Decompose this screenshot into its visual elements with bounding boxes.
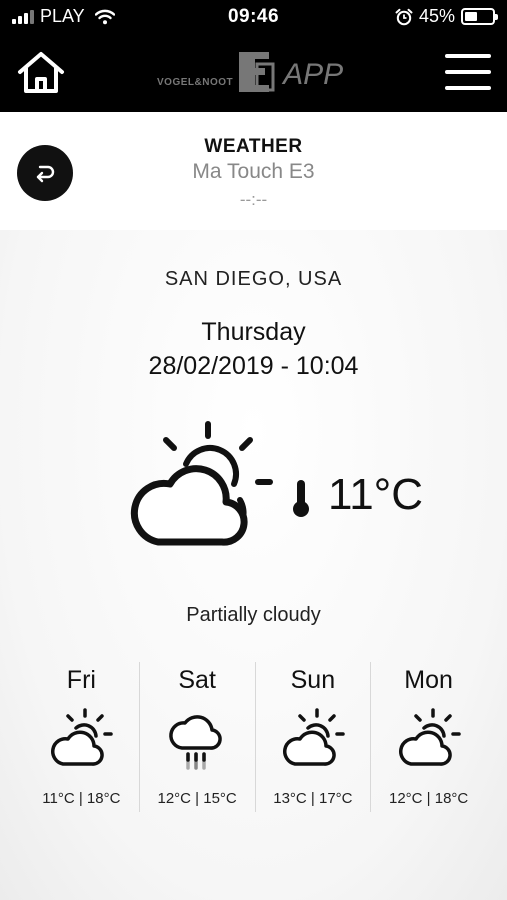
forecast-day-name: Sat: [178, 666, 216, 694]
device-name: Ma Touch E3: [192, 160, 315, 183]
forecast-day: Sun 13°C | 17°C: [254, 662, 371, 812]
weather-content: SAN DIEGO, USA Thursday 28/02/2019 - 10:…: [0, 230, 507, 900]
title-text: WEATHER Ma Touch E3 --:--: [0, 136, 507, 210]
rain-cloud-icon: [169, 715, 222, 770]
current-temperature: 11°C: [328, 470, 424, 519]
location: SAN DIEGO, USA: [164, 268, 343, 290]
forecast-day-name: Fri: [66, 666, 96, 694]
page-title: WEATHER: [204, 136, 303, 157]
hamburger-menu-icon[interactable]: [445, 52, 491, 92]
forecast-temps: 13°C | 17°C: [273, 790, 353, 807]
forecast-day-name: Mon: [404, 666, 453, 694]
status-bar: PLAY 09:46 45%: [0, 0, 507, 36]
battery-level: [465, 12, 477, 21]
weather-condition: Partially cloudy: [186, 604, 321, 626]
forecast-temps: 12°C | 15°C: [157, 790, 237, 807]
forecast-temps: 12°C | 18°C: [388, 790, 469, 807]
thermometer-icon: [293, 480, 309, 517]
forecast: Fri 11°C | 18°C Sat 12°C | 15°C Sun 13°C…: [24, 662, 486, 812]
current-day: Thursday: [201, 318, 306, 346]
status-right: 45%: [395, 6, 498, 27]
battery-icon: [461, 8, 498, 25]
current-datetime: 28/02/2019 - 10:04: [148, 352, 359, 380]
partly-cloudy-icon: [282, 708, 345, 766]
app-header: VOGEL&NOOT APP: [0, 36, 507, 112]
partly-cloudy-icon: [130, 421, 273, 546]
forecast-day-name: Sun: [290, 666, 336, 694]
brand: VOGEL&NOOT APP: [157, 44, 343, 104]
forecast-temps: 11°C | 18°C: [42, 790, 121, 807]
battery-percent: 45%: [418, 6, 455, 26]
brand-name: VOGEL&NOOT: [157, 77, 234, 88]
device-time: --:--: [239, 190, 268, 209]
home-icon[interactable]: [16, 50, 66, 96]
forecast-day: Sat 12°C | 15°C: [138, 662, 255, 812]
forecast-day: Fri 11°C | 18°C: [24, 662, 139, 812]
brand-logo: [239, 52, 275, 92]
alarm-icon: [395, 8, 413, 25]
title-bar: WEATHER Ma Touch E3 --:--: [0, 112, 507, 230]
forecast-day: Mon 12°C | 18°C: [370, 662, 486, 812]
partly-cloudy-icon: [51, 708, 114, 766]
partly-cloudy-icon: [398, 708, 461, 766]
brand-app: APP: [283, 58, 344, 91]
